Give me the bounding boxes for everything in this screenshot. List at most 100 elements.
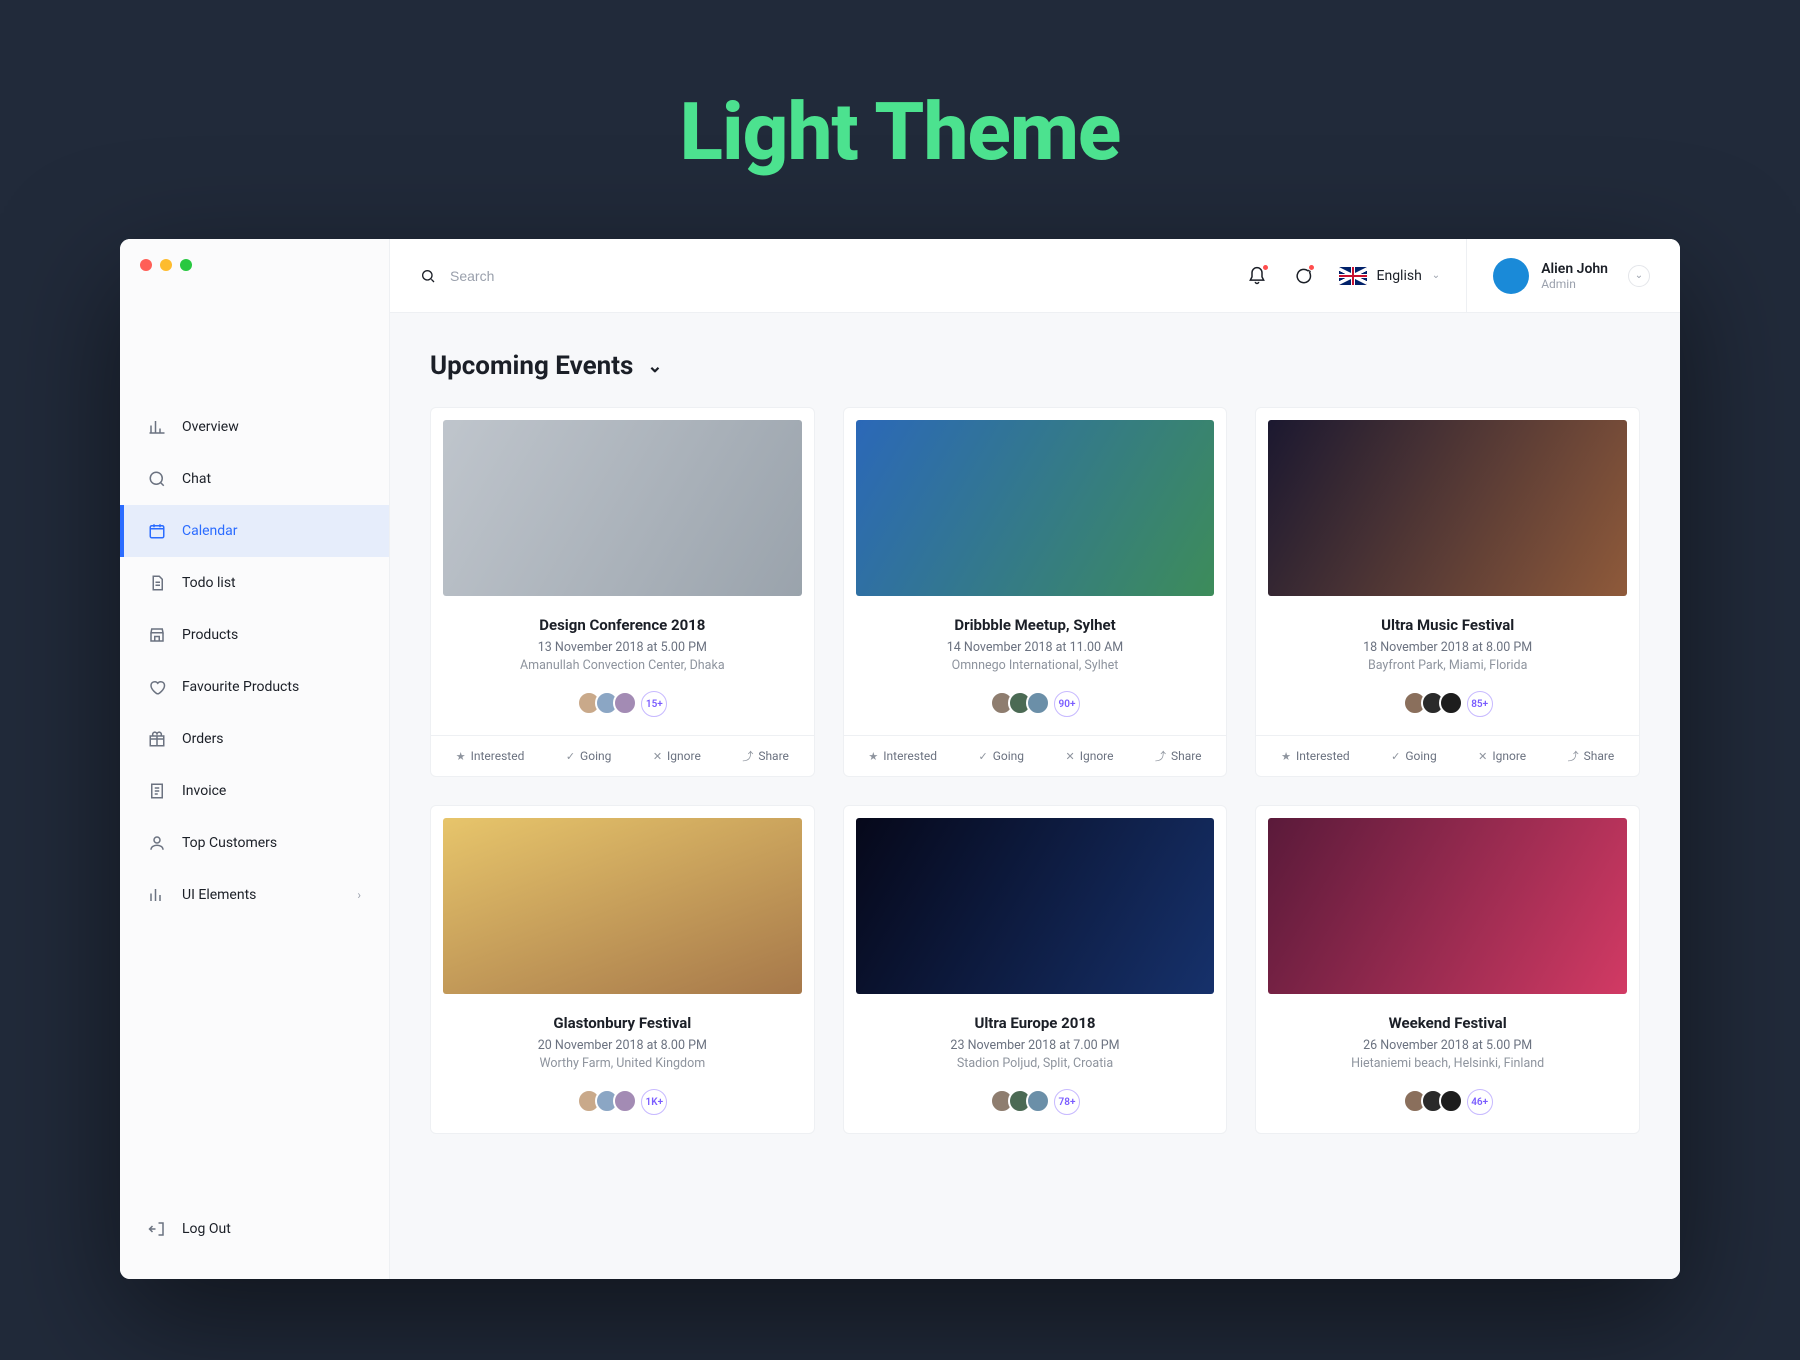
- event-image: [856, 818, 1215, 994]
- event-title: Weekend Festival: [1274, 1014, 1621, 1032]
- attendee-count-badge[interactable]: 1K+: [641, 1089, 667, 1115]
- event-date: 26 November 2018 at 5.00 PM: [1274, 1038, 1621, 1053]
- attendee-count-badge[interactable]: 78+: [1054, 1089, 1080, 1115]
- content: Upcoming Events ⌄ Design Conference 2018…: [390, 313, 1680, 1172]
- event-date: 20 November 2018 at 8.00 PM: [449, 1038, 796, 1053]
- share-icon: ⤴: [742, 748, 753, 764]
- ignore-button[interactable]: ✕Ignore: [1478, 748, 1526, 764]
- close-window-icon[interactable]: [140, 259, 152, 271]
- sidebar-item-label: UI Elements: [182, 887, 256, 903]
- event-card[interactable]: Dribbble Meetup, Sylhet14 November 2018 …: [843, 407, 1228, 777]
- maximize-window-icon[interactable]: [180, 259, 192, 271]
- sidebar-item-products[interactable]: Products: [120, 609, 389, 661]
- document-icon: [148, 574, 166, 592]
- messages-button[interactable]: [1293, 266, 1313, 286]
- event-location: Hietaniemi beach, Helsinki, Finland: [1274, 1056, 1621, 1071]
- sidebar-item-ui-elements[interactable]: UI Elements ›: [120, 869, 389, 921]
- notification-dot-icon: [1262, 264, 1269, 271]
- ignore-button[interactable]: ✕Ignore: [653, 748, 701, 764]
- sidebar-item-chat[interactable]: Chat: [120, 453, 389, 505]
- sidebar-item-label: Overview: [182, 419, 239, 435]
- chevron-down-icon: ⌄: [1628, 265, 1650, 287]
- avatar: [613, 691, 637, 715]
- sidebar-item-todo[interactable]: Todo list: [120, 557, 389, 609]
- sidebar-item-overview[interactable]: Overview: [120, 401, 389, 453]
- attendee-count-badge[interactable]: 46+: [1467, 1089, 1493, 1115]
- avatar: [1439, 691, 1463, 715]
- event-actions: ★Interested ✓Going ✕Ignore ⤴Share: [1256, 735, 1639, 776]
- star-icon: ★: [1281, 750, 1291, 763]
- attendee-avatars: 78+: [862, 1089, 1209, 1115]
- share-button[interactable]: ⤴Share: [1568, 748, 1615, 764]
- cross-icon: ✕: [1478, 750, 1487, 763]
- event-actions: ★Interested ✓Going ✕Ignore ⤴Share: [431, 735, 814, 776]
- event-card[interactable]: Design Conference 201813 November 2018 a…: [430, 407, 815, 777]
- interested-button[interactable]: ★Interested: [868, 748, 937, 764]
- minimize-window-icon[interactable]: [160, 259, 172, 271]
- notifications-button[interactable]: [1247, 266, 1267, 286]
- event-location: Stadion Poljud, Split, Croatia: [862, 1056, 1209, 1071]
- event-location: Bayfront Park, Miami, Florida: [1274, 658, 1621, 673]
- attendee-avatars: 1K+: [449, 1089, 796, 1115]
- language-label: English: [1377, 268, 1422, 284]
- user-name: Alien John: [1541, 261, 1608, 277]
- sidebar-item-favourite-products[interactable]: Favourite Products: [120, 661, 389, 713]
- attendee-avatars: 85+: [1274, 691, 1621, 717]
- sidebar-item-top-customers[interactable]: Top Customers: [120, 817, 389, 869]
- event-location: Amanullah Convection Center, Dhaka: [449, 658, 796, 673]
- event-image: [443, 818, 802, 994]
- event-title: Design Conference 2018: [449, 616, 796, 634]
- sidebar-item-calendar[interactable]: Calendar: [120, 505, 389, 557]
- avatar: [1439, 1089, 1463, 1113]
- share-button[interactable]: ⤴Share: [742, 748, 789, 764]
- attendee-count-badge[interactable]: 90+: [1054, 691, 1080, 717]
- sidebar-item-invoice[interactable]: Invoice: [120, 765, 389, 817]
- event-image: [443, 420, 802, 596]
- star-icon: ★: [456, 750, 466, 763]
- ignore-button[interactable]: ✕Ignore: [1065, 748, 1113, 764]
- interested-button[interactable]: ★Interested: [456, 748, 525, 764]
- share-icon: ⤴: [1155, 748, 1166, 764]
- event-location: Worthy Farm, United Kingdom: [449, 1056, 796, 1071]
- check-icon: ✓: [566, 750, 575, 763]
- invoice-icon: [148, 782, 166, 800]
- event-date: 18 November 2018 at 8.00 PM: [1274, 640, 1621, 655]
- event-card[interactable]: Ultra Europe 201823 November 2018 at 7.0…: [843, 805, 1228, 1134]
- event-card[interactable]: Glastonbury Festival20 November 2018 at …: [430, 805, 815, 1134]
- language-selector[interactable]: English ⌄: [1339, 267, 1441, 285]
- sidebar-nav: Overview Chat Calendar Todo list Product…: [120, 401, 389, 1203]
- event-location: Omnnego International, Sylhet: [862, 658, 1209, 673]
- cross-icon: ✕: [653, 750, 662, 763]
- logout-label: Log Out: [182, 1221, 231, 1237]
- logout-icon: [148, 1220, 166, 1238]
- page-title[interactable]: Upcoming Events ⌄: [430, 351, 1640, 381]
- event-image: [1268, 420, 1627, 596]
- chevron-down-icon: ⌄: [647, 356, 662, 377]
- event-card[interactable]: Ultra Music Festival 18 November 2018 at …: [1255, 407, 1640, 777]
- user-menu[interactable]: Alien John Admin ⌄: [1466, 239, 1650, 313]
- going-button[interactable]: ✓Going: [566, 748, 612, 764]
- cross-icon: ✕: [1065, 750, 1074, 763]
- logout-button[interactable]: Log Out: [120, 1203, 389, 1255]
- topbar: English ⌄ Alien John Admin ⌄: [390, 239, 1680, 313]
- chevron-right-icon: ›: [357, 888, 361, 902]
- window-controls: [120, 239, 389, 291]
- user-role: Admin: [1541, 277, 1608, 291]
- sidebar-item-orders[interactable]: Orders: [120, 713, 389, 765]
- going-button[interactable]: ✓Going: [978, 748, 1024, 764]
- attendee-count-badge[interactable]: 15+: [641, 691, 667, 717]
- avatar: [1026, 1089, 1050, 1113]
- heart-icon: [148, 678, 166, 696]
- attendee-count-badge[interactable]: 85+: [1467, 691, 1493, 717]
- share-button[interactable]: ⤴Share: [1155, 748, 1202, 764]
- sidebar-item-label: Todo list: [182, 575, 236, 591]
- sidebar-item-label: Top Customers: [182, 835, 277, 851]
- search-input[interactable]: [450, 268, 710, 284]
- message-dot-icon: [1308, 264, 1315, 271]
- search: [420, 268, 710, 284]
- bar-chart-icon: [148, 418, 166, 436]
- event-card[interactable]: Weekend Festival 26 November 2018 at 5.00…: [1255, 805, 1640, 1134]
- interested-button[interactable]: ★Interested: [1281, 748, 1350, 764]
- event-title: Ultra Music Festival: [1274, 616, 1621, 634]
- going-button[interactable]: ✓Going: [1391, 748, 1437, 764]
